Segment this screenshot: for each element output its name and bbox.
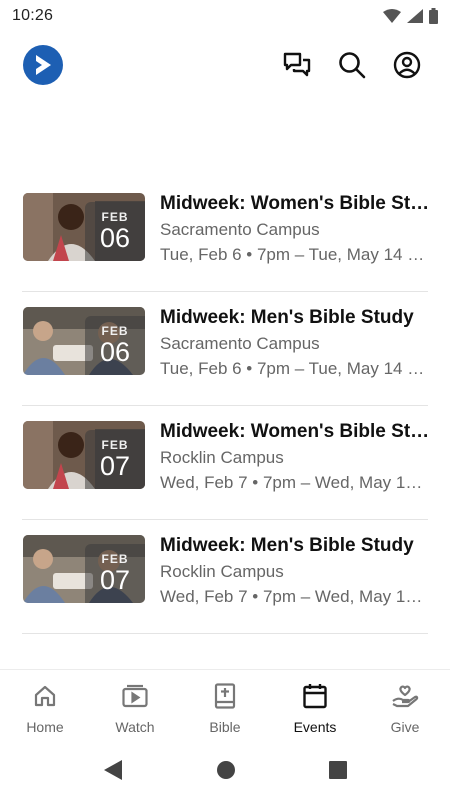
date-badge: FEB 07 bbox=[85, 430, 145, 489]
nav-label: Give bbox=[390, 719, 420, 735]
status-bar: 10:26 bbox=[0, 0, 450, 32]
wifi-icon bbox=[383, 9, 401, 23]
system-nav bbox=[0, 742, 450, 800]
event-list: FEB 06 Midweek: Women's Bible St… Sacram… bbox=[0, 178, 450, 634]
event-thumbnail: FEB 06 bbox=[23, 193, 145, 261]
cell-signal-icon bbox=[407, 9, 423, 23]
search-icon[interactable] bbox=[337, 50, 367, 80]
date-badge: FEB 06 bbox=[85, 316, 145, 375]
event-list-item[interactable]: FEB 07 Midweek: Women's Bible St… Rockli… bbox=[22, 406, 430, 520]
nav-label: Watch bbox=[115, 719, 155, 735]
date-day: 06 bbox=[99, 223, 131, 253]
home-icon bbox=[31, 682, 59, 710]
nav-label: Events bbox=[293, 719, 337, 735]
account-icon[interactable] bbox=[392, 50, 422, 80]
event-time: Tue, Feb 6 • 7pm – Tue, May 14 • … bbox=[160, 359, 430, 378]
event-title: Midweek: Women's Bible St… bbox=[160, 421, 430, 442]
bible-icon bbox=[211, 682, 239, 710]
event-campus: Rocklin Campus bbox=[160, 448, 284, 467]
date-badge: FEB 07 bbox=[85, 544, 145, 603]
event-list-item[interactable]: FEB 07 Midweek: Men's Bible Study Rockli… bbox=[22, 520, 430, 634]
play-logo-icon[interactable] bbox=[23, 45, 63, 85]
app-bar bbox=[0, 40, 450, 92]
status-time: 10:26 bbox=[12, 7, 54, 24]
event-campus: Sacramento Campus bbox=[160, 220, 320, 239]
event-title: Midweek: Women's Bible St… bbox=[160, 193, 430, 214]
event-campus: Rocklin Campus bbox=[160, 562, 284, 581]
date-day: 07 bbox=[99, 565, 131, 595]
event-list-item[interactable]: FEB 06 Midweek: Women's Bible St… Sacram… bbox=[22, 178, 430, 292]
nav-label: Bible bbox=[209, 719, 241, 735]
event-time: Wed, Feb 7 • 7pm – Wed, May 15… bbox=[160, 587, 430, 606]
nav-item-watch[interactable]: Watch bbox=[90, 670, 180, 739]
event-thumbnail: FEB 06 bbox=[23, 307, 145, 375]
nav-item-events[interactable]: Events bbox=[270, 670, 360, 739]
event-campus: Sacramento Campus bbox=[160, 334, 320, 353]
event-thumbnail: FEB 07 bbox=[23, 421, 145, 489]
nav-item-bible[interactable]: Bible bbox=[180, 670, 270, 739]
watch-icon bbox=[121, 682, 149, 710]
event-list-item[interactable]: FEB 06 Midweek: Men's Bible Study Sacram… bbox=[22, 292, 430, 406]
nav-item-home[interactable]: Home bbox=[0, 670, 90, 739]
back-icon[interactable] bbox=[101, 758, 125, 782]
bottom-nav: Home Watch Bible Events Give bbox=[0, 669, 450, 739]
event-title: Midweek: Men's Bible Study bbox=[160, 307, 414, 328]
date-badge: FEB 06 bbox=[85, 202, 145, 261]
recents-icon[interactable] bbox=[326, 758, 350, 782]
home-circle-icon[interactable] bbox=[214, 758, 238, 782]
event-time: Wed, Feb 7 • 7pm – Wed, May 15… bbox=[160, 473, 430, 492]
chat-icon[interactable] bbox=[282, 50, 312, 80]
nav-label: Home bbox=[26, 719, 64, 735]
calendar-icon bbox=[301, 682, 329, 710]
battery-icon bbox=[429, 8, 438, 24]
date-day: 06 bbox=[99, 337, 131, 367]
event-time: Tue, Feb 6 • 7pm – Tue, May 14 • … bbox=[160, 245, 430, 264]
date-day: 07 bbox=[99, 451, 131, 481]
give-icon bbox=[391, 682, 419, 710]
status-icons bbox=[383, 8, 438, 24]
nav-item-give[interactable]: Give bbox=[360, 670, 450, 739]
event-thumbnail: FEB 07 bbox=[23, 535, 145, 603]
event-title: Midweek: Men's Bible Study bbox=[160, 535, 414, 556]
